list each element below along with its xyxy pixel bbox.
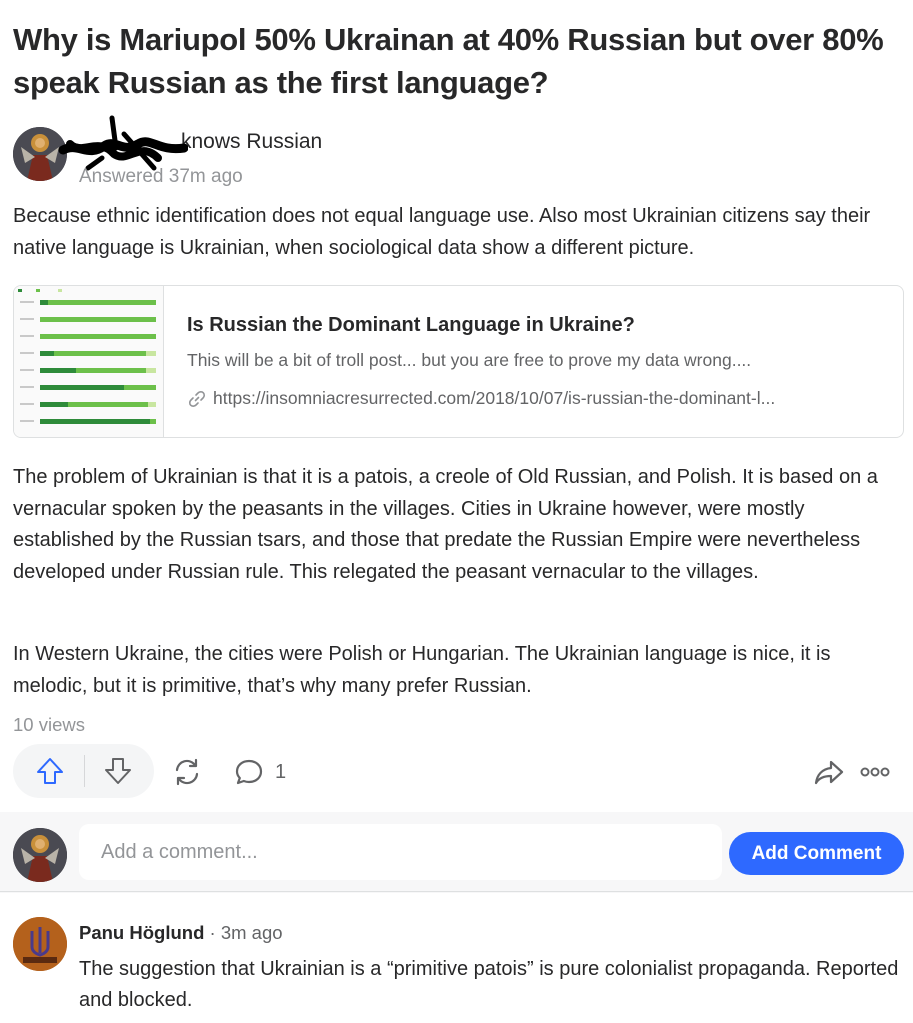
comment-icon <box>235 759 263 785</box>
add-comment-row: Add Comment <box>0 812 913 892</box>
link-icon <box>188 390 206 407</box>
vote-divider <box>84 755 85 787</box>
answer-paragraph: The problem of Ukrainian is that it is a… <box>13 466 878 583</box>
comment-meta: Panu Höglund · 3m ago <box>79 922 283 944</box>
link-card-url-text[interactable]: https://insomniacresurrected.com/2018/10… <box>213 388 775 409</box>
downvote-icon[interactable] <box>103 756 133 786</box>
question-title[interactable]: Why is Mariupol 50% Ukrainan at 40% Russ… <box>13 18 903 104</box>
link-preview-card[interactable]: Is Russian the Dominant Language in Ukra… <box>13 285 904 438</box>
comment-button[interactable]: 1 <box>233 756 286 788</box>
user-avatar[interactable] <box>13 828 67 882</box>
comment-count: 1 <box>275 760 287 783</box>
view-count: 10 views <box>13 714 85 735</box>
forward-icon[interactable] <box>813 756 845 788</box>
answer-paragraph: Because ethnic identification does not e… <box>13 205 871 259</box>
comment-time[interactable]: · 3m ago <box>210 922 283 943</box>
comment-item: Panu Höglund · 3m ago The suggestion tha… <box>0 893 913 1023</box>
link-card-url[interactable]: https://insomniacresurrected.com/2018/10… <box>187 388 775 409</box>
comment-input[interactable] <box>79 824 722 880</box>
answered-time[interactable]: Answered 37m ago <box>79 166 243 188</box>
upvote-icon[interactable] <box>35 756 65 786</box>
link-card-description: This will be a bit of troll post... but … <box>187 350 752 370</box>
comment-text: The suggestion that Ukrainian is a “prim… <box>79 958 899 1011</box>
commenter-name[interactable]: Panu Höglund <box>79 922 204 943</box>
commenter-avatar[interactable] <box>13 917 67 971</box>
link-thumbnail <box>14 286 164 437</box>
add-comment-button[interactable]: Add Comment <box>729 832 904 875</box>
answer-paragraph: In Western Ukraine, the cities were Poli… <box>13 643 831 697</box>
link-card-title[interactable]: Is Russian the Dominant Language in Ukra… <box>187 314 635 337</box>
vote-pill <box>13 744 154 798</box>
comments-section: Add Comment Panu Höglund · 3m ago The su… <box>0 812 913 1023</box>
share-icon[interactable] <box>171 756 203 788</box>
redaction-scribble <box>58 115 188 171</box>
more-icon[interactable] <box>859 760 891 784</box>
